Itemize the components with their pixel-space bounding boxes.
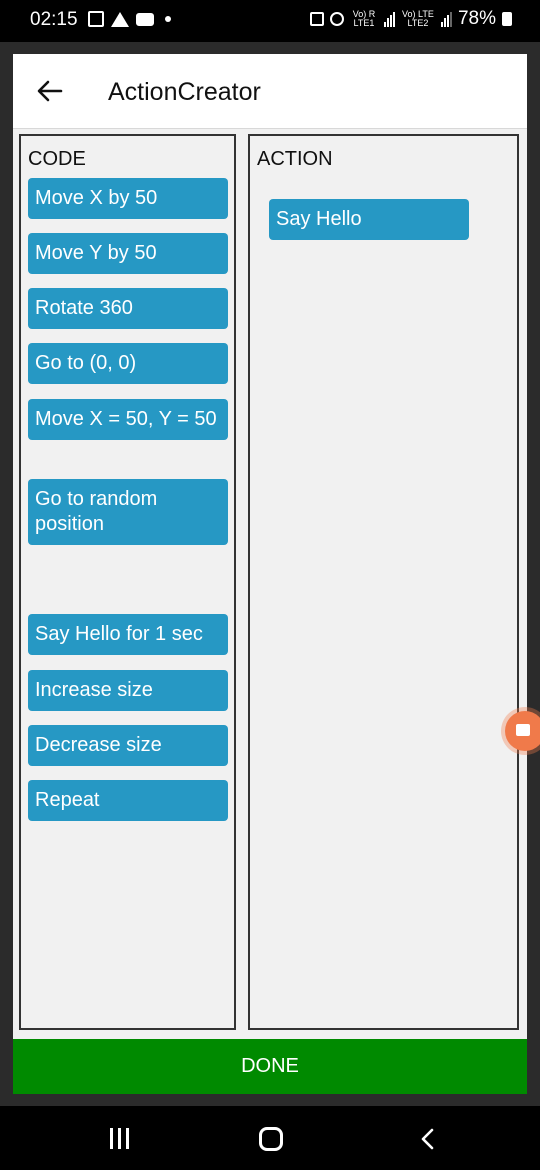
code-block-increase-size[interactable]: Increase size	[28, 670, 228, 711]
signal-icon	[383, 11, 395, 27]
done-button[interactable]: DONE	[13, 1039, 527, 1094]
status-right: Vo) R LTE1 Vo) LTE LTE2 78%	[309, 8, 512, 30]
status-bar: 02:15 Vo) R LTE1 Vo) LTE LTE2 78%	[0, 0, 540, 42]
arrow-left-icon[interactable]	[35, 76, 65, 106]
code-panel: CODE Move X by 50 Move Y by 50 Rotate 36…	[19, 134, 236, 1030]
status-time: 02:15	[30, 9, 78, 30]
code-panel-header: CODE	[28, 148, 86, 170]
screen-recorder-icon[interactable]	[505, 711, 540, 751]
code-block-repeat[interactable]: Repeat	[28, 780, 228, 821]
code-block-move-x[interactable]: Move X by 50	[28, 178, 228, 219]
code-block-move-y[interactable]: Move Y by 50	[28, 233, 228, 274]
code-block-decrease-size[interactable]: Decrease size	[28, 725, 228, 766]
code-block-random-position[interactable]: Go to random position	[28, 479, 228, 545]
more-dot-icon	[165, 16, 171, 22]
battery-icon	[502, 12, 512, 26]
recent-apps-icon[interactable]	[110, 1128, 129, 1149]
alarm-icon	[309, 12, 324, 26]
sim2-label: Vo) LTE LTE2	[402, 9, 434, 28]
app-bar: ActionCreator	[13, 54, 527, 129]
clock-icon	[329, 12, 344, 26]
action-block-say-hello[interactable]: Say Hello	[269, 199, 469, 240]
app-window: ActionCreator CODE Move X by 50 Move Y b…	[13, 54, 527, 1094]
navigation-bar	[0, 1106, 540, 1170]
sim1-label: Vo) R LTE1	[352, 9, 376, 28]
video-icon	[136, 12, 154, 26]
code-block-move-xy[interactable]: Move X = 50, Y = 50	[28, 399, 228, 440]
battery-percent: 78%	[457, 8, 496, 29]
signal-icon-2	[440, 11, 452, 27]
image-icon	[88, 11, 104, 27]
code-block-goto-origin[interactable]: Go to (0, 0)	[28, 343, 228, 384]
action-panel-header: ACTION	[257, 148, 333, 170]
code-block-say-hello[interactable]: Say Hello for 1 sec	[28, 614, 228, 655]
home-icon[interactable]	[259, 1127, 283, 1151]
drive-icon	[111, 11, 129, 27]
page-title: ActionCreator	[108, 78, 261, 106]
action-panel: ACTION Say Hello	[248, 134, 519, 1030]
notification-icons	[88, 11, 171, 27]
code-block-rotate[interactable]: Rotate 360	[28, 288, 228, 329]
chevron-left-icon[interactable]	[416, 1126, 442, 1152]
